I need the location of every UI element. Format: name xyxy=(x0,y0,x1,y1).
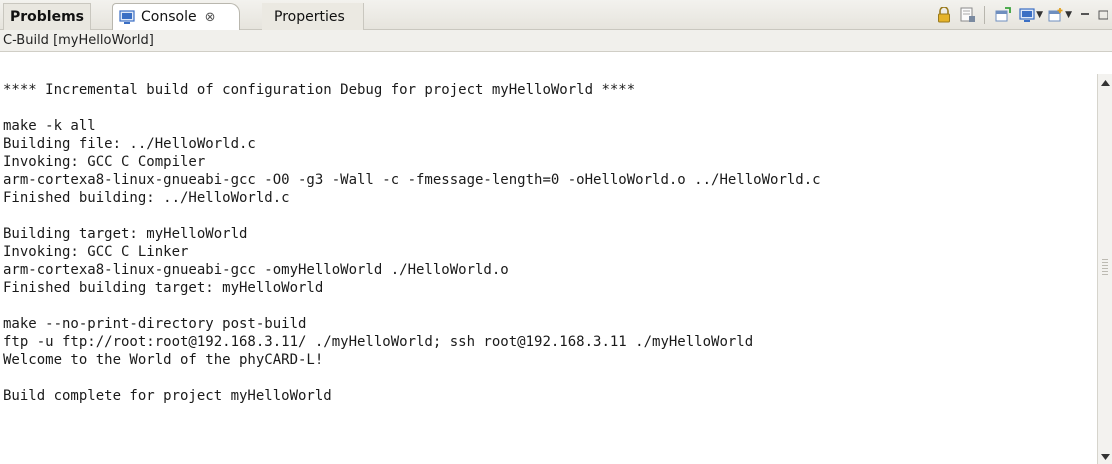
tab-problems-label: Problems xyxy=(10,9,85,25)
vertical-scrollbar[interactable] xyxy=(1097,74,1112,464)
console-line: Finished building: ../HelloWorld.c xyxy=(3,190,290,206)
tab-console-label: Console xyxy=(141,9,197,25)
console-output[interactable]: **** Incremental build of configuration … xyxy=(0,52,1097,464)
console-line: Invoking: GCC C Compiler xyxy=(3,154,206,170)
console-line: Build complete for project myHelloWorld xyxy=(3,388,332,404)
scroll-down-icon[interactable] xyxy=(1098,450,1112,464)
console-line: make --no-print-directory post-build xyxy=(3,316,307,332)
console-line: ftp -u ftp://root:root@192.168.3.11/ ./m… xyxy=(3,334,754,350)
console-icon xyxy=(119,9,135,25)
tab-console[interactable]: Console ⊗ xyxy=(112,3,240,31)
scrollbar-grip[interactable] xyxy=(1102,259,1108,277)
scroll-lock-icon[interactable] xyxy=(933,4,955,26)
chevron-down-icon[interactable]: ▼ xyxy=(1065,10,1072,20)
console-toolbar: ▼ ▼ xyxy=(931,4,1108,26)
console-line: Building file: ../HelloWorld.c xyxy=(3,136,256,152)
console-title: C-Build [myHelloWorld] xyxy=(0,30,1112,52)
toolbar-separator xyxy=(984,6,986,24)
tab-properties-label: Properties xyxy=(274,8,345,25)
console-line: Building target: myHelloWorld xyxy=(3,226,248,242)
console-view: Problems Console ⊗ Properties ▼ ▼ C-Buil… xyxy=(0,0,1112,464)
tab-properties[interactable]: Properties xyxy=(262,3,364,30)
console-line: Finished building target: myHelloWorld xyxy=(3,280,324,296)
console-line: Welcome to the World of the phyCARD-L! xyxy=(3,352,324,368)
console-line: **** Incremental build of configuration … xyxy=(3,82,636,98)
chevron-down-icon[interactable]: ▼ xyxy=(1036,10,1043,20)
view-tab-bar: Problems Console ⊗ Properties ▼ ▼ xyxy=(0,0,1112,31)
minimize-icon[interactable] xyxy=(1074,4,1096,26)
console-line: make -k all xyxy=(3,118,96,134)
console-line: arm-cortexa8-linux-gnueabi-gcc -omyHello… xyxy=(3,262,509,278)
tab-problems[interactable]: Problems xyxy=(3,3,92,30)
open-console-icon[interactable] xyxy=(1045,4,1067,26)
clear-console-icon[interactable] xyxy=(957,4,979,26)
display-console-icon[interactable] xyxy=(1016,4,1038,26)
console-line: Invoking: GCC C Linker xyxy=(3,244,189,260)
close-icon[interactable]: ⊗ xyxy=(205,10,216,25)
maximize-icon[interactable] xyxy=(1098,4,1108,26)
scroll-up-icon[interactable] xyxy=(1098,76,1112,90)
pin-console-icon[interactable] xyxy=(992,4,1014,26)
console-line: arm-cortexa8-linux-gnueabi-gcc -O0 -g3 -… xyxy=(3,172,821,188)
